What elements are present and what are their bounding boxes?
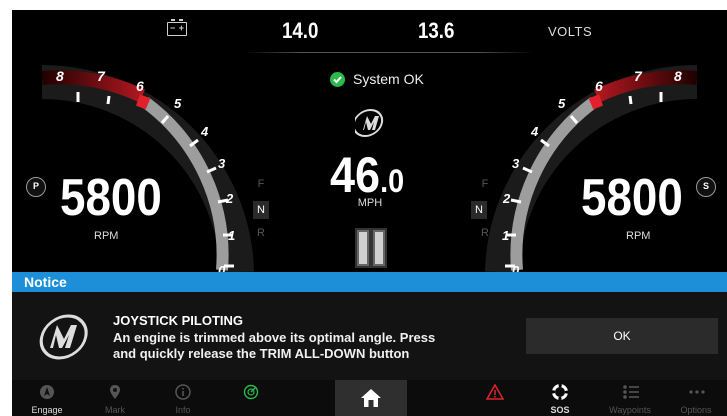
nav-engage[interactable]: Engage [17, 380, 77, 416]
compass-icon [40, 385, 54, 399]
nav-sos-label: SOS [550, 405, 570, 415]
speed-decimal: .0 [380, 163, 405, 199]
voltage-1-value: 14.0 [282, 18, 319, 43]
throttle-bar-port [357, 230, 369, 266]
more-options-icon [689, 390, 705, 394]
notice-title: Notice [24, 274, 67, 290]
nav-mark-label: Mark [105, 405, 125, 415]
stbd-tick-5: 5 [558, 96, 566, 111]
stbd-gear-neutral: N [471, 201, 487, 219]
home-icon [361, 389, 381, 407]
voltage-2-value: 13.6 [418, 18, 455, 43]
notice-header [12, 272, 727, 292]
ok-button[interactable]: OK [526, 318, 718, 354]
nav-waypoints-label: Waypoints [609, 405, 651, 415]
stbd-gear-forward: F [481, 178, 489, 190]
stbd-tick-4: 4 [531, 124, 539, 139]
port-rpm-value: 5800 [60, 169, 162, 227]
port-tick-8: 8 [56, 68, 64, 84]
stbd-tick-6: 6 [595, 78, 603, 94]
stbd-tick-7: 7 [634, 68, 642, 84]
volts-label: VOLTS [548, 24, 593, 39]
nav-alarm[interactable] [464, 380, 524, 416]
check-circle-icon [330, 72, 345, 87]
battery-icon: − + [167, 19, 187, 36]
stbd-tick-1: 1 [502, 228, 510, 243]
speed-unit: MPH [357, 197, 383, 209]
starboard-rpm-value: 5800 [581, 169, 683, 227]
port-tick-7: 7 [97, 68, 105, 84]
stbd-tick-2: 2 [503, 191, 511, 206]
nav-radar[interactable] [221, 380, 281, 416]
system-status-text: System OK [353, 71, 424, 87]
top-divider [244, 52, 534, 53]
port-tick-4: 4 [201, 124, 209, 139]
info-icon [175, 384, 191, 400]
stbd-tick-8: 8 [674, 68, 682, 84]
mercury-logo-icon [355, 109, 384, 137]
port-side-button[interactable]: P [26, 177, 46, 197]
port-tick-5: 5 [174, 96, 182, 111]
nav-info-label: Info [175, 405, 191, 415]
throttle-bar-starboard [373, 230, 385, 266]
helm-display: − + 14.0 13.6 VOLTS System OK 46.0 MPH 8… [12, 10, 727, 416]
notice-message-line-2: and quickly release the TRIM ALL-DOWN bu… [113, 346, 410, 361]
notice-heading: JOYSTICK PILOTING [113, 313, 244, 328]
speed-value: 46.0 [330, 146, 404, 204]
stbd-tick-3: 3 [512, 156, 520, 171]
port-rpm-unit: RPM [94, 230, 119, 242]
port-tick-1: 1 [228, 228, 236, 243]
stbd-gear-reverse: R [481, 227, 489, 239]
speed-integer: 46 [330, 147, 381, 203]
lifebuoy-icon [552, 384, 568, 400]
nav-home[interactable] [335, 380, 407, 416]
nav-waypoints[interactable]: Waypoints [600, 380, 660, 416]
nav-options[interactable]: Options [666, 380, 726, 416]
nav-options-label: Options [680, 405, 712, 415]
nav-mark[interactable]: Mark [85, 380, 145, 416]
notice-message-line-1: An engine is trimmed above its optimal a… [113, 330, 436, 345]
map-pin-icon [110, 385, 120, 399]
port-gear-reverse: R [257, 227, 265, 239]
starboard-side-button[interactable]: S [696, 177, 716, 197]
port-gear-neutral: N [253, 201, 269, 219]
port-tick-3: 3 [218, 156, 226, 171]
nav-sos[interactable]: SOS [530, 380, 590, 416]
nav-engage-label: Engage [31, 405, 63, 415]
waypoints-icon [623, 385, 639, 399]
radar-icon [243, 384, 259, 400]
port-gear-forward: F [257, 178, 265, 190]
mercury-logo-icon [39, 314, 88, 360]
warning-icon [486, 384, 504, 400]
port-tick-2: 2 [226, 191, 234, 206]
nav-info[interactable]: Info [153, 380, 213, 416]
port-tick-6: 6 [136, 78, 144, 94]
starboard-rpm-unit: RPM [626, 230, 651, 242]
